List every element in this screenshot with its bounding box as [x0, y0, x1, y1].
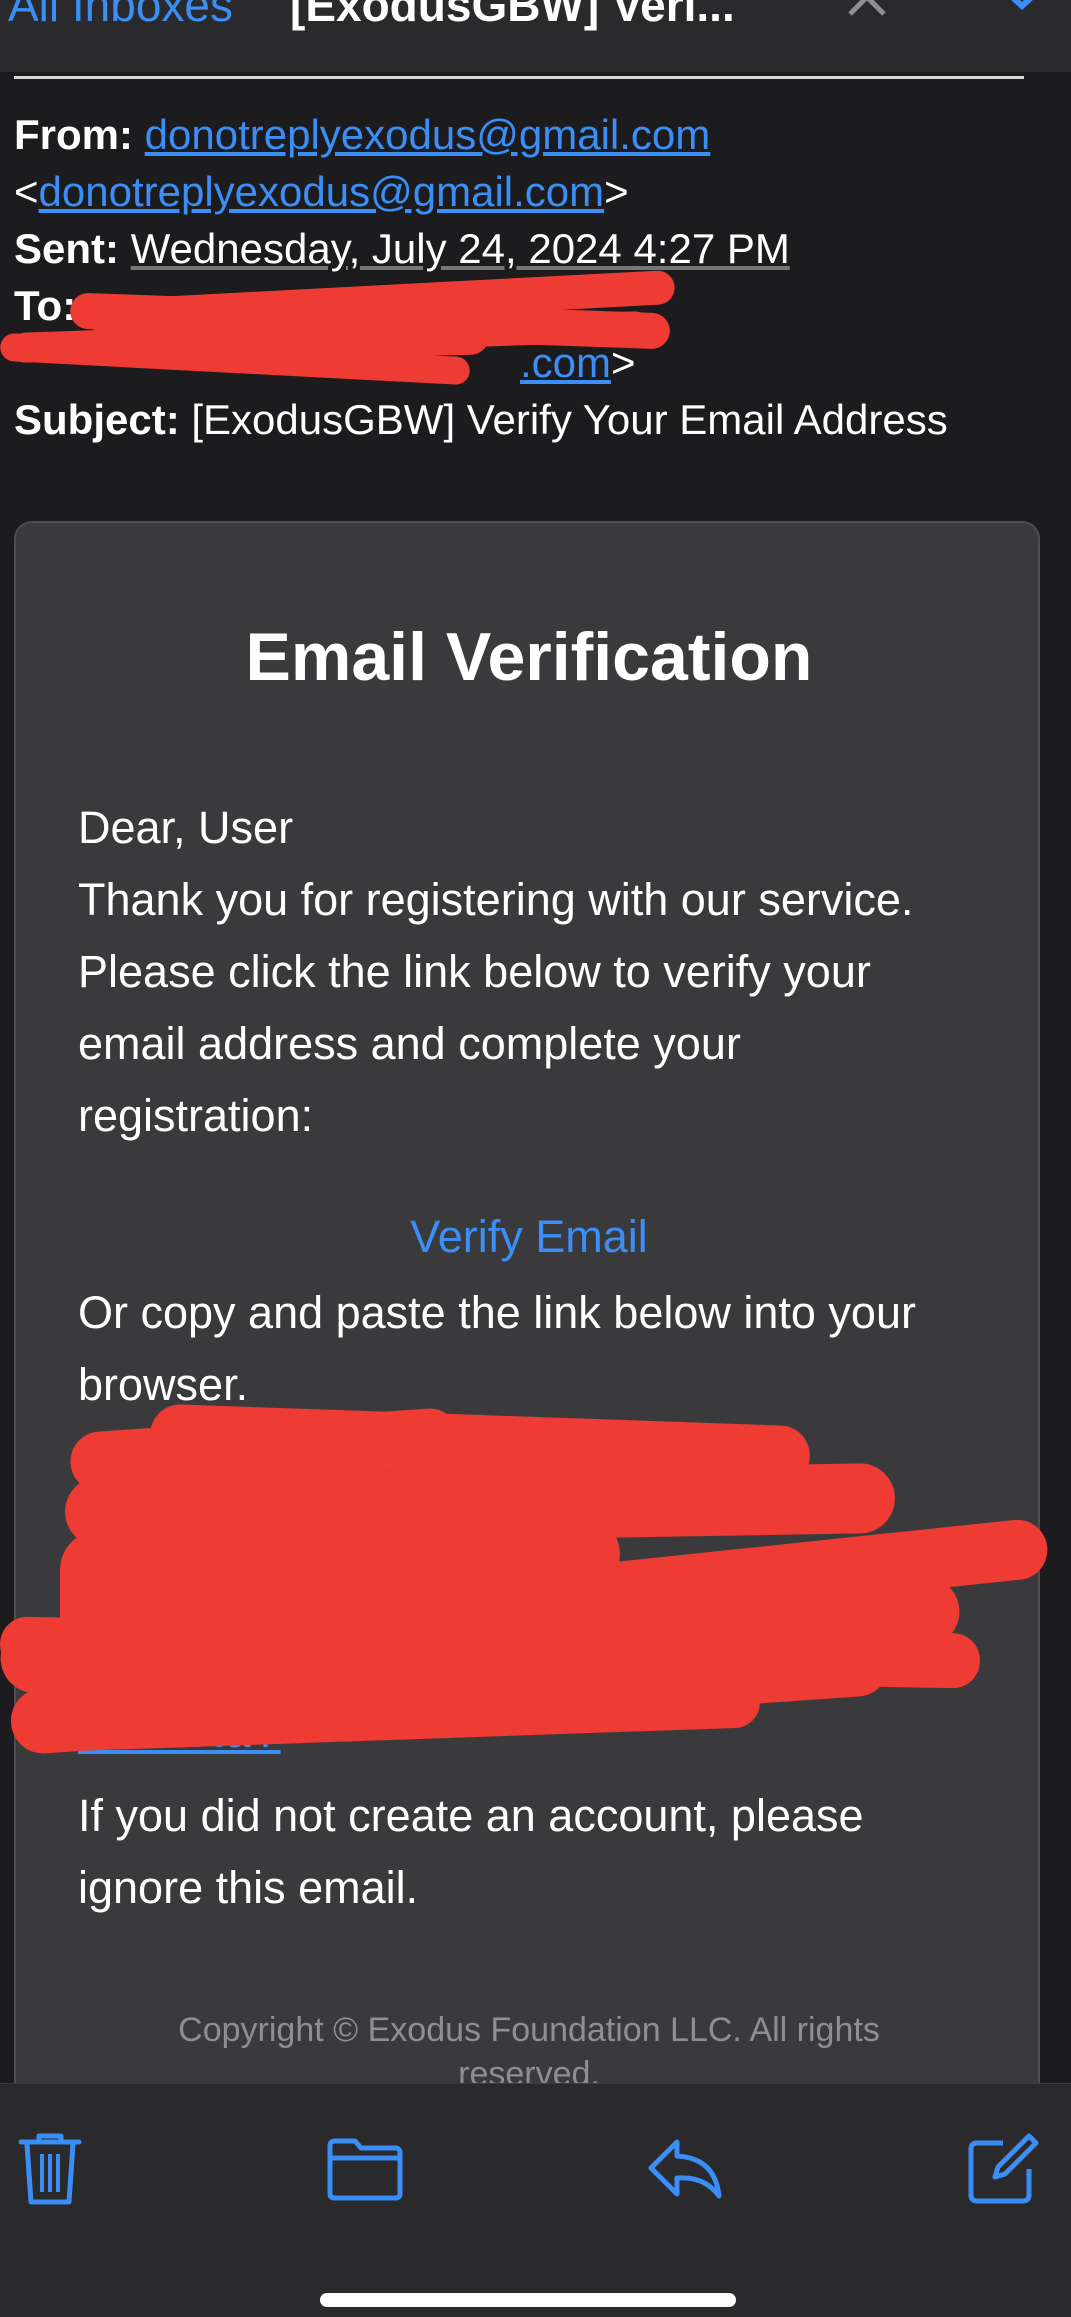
greeting: Dear, User — [78, 802, 294, 853]
close-icon[interactable] — [842, 0, 912, 30]
from-label: From: — [14, 111, 133, 158]
email-body-card: Email Verification Dear, User Thank you … — [14, 521, 1040, 2221]
to-label: To: — [14, 282, 77, 329]
compose-button[interactable] — [958, 2124, 1048, 2214]
verify-email-link[interactable]: Verify Email — [16, 1211, 1038, 1263]
card-title: Email Verification — [245, 619, 813, 695]
trash-button[interactable] — [5, 2124, 95, 2214]
home-indicator[interactable] — [320, 2293, 736, 2307]
message-title: [ExodusGBW] Veri... — [290, 0, 735, 31]
sent-date[interactable]: Wednesday, July 24, 2024 4:27 PM — [131, 225, 790, 272]
compose-icon — [968, 2133, 1039, 2204]
sent-label: Sent: — [14, 225, 119, 272]
ignore-line-1: If you did not create an account, please — [78, 1790, 864, 1841]
reply-icon — [648, 2139, 722, 2199]
from-email-link[interactable]: donotreplyexodus@gmail.com — [145, 111, 711, 158]
subject-value: [ExodusGBW] Verify Your Email Address — [191, 396, 948, 443]
trash-icon — [18, 2133, 82, 2205]
reply-button[interactable] — [640, 2124, 730, 2214]
move-to-folder-button[interactable] — [320, 2124, 410, 2214]
sent-row: Sent: Wednesday, July 24, 2024 4:27 PM — [14, 220, 790, 277]
bottom-toolbar — [0, 2083, 1071, 2317]
subject-row: Subject: [ExodusGBW] Verify Your Email A… — [14, 391, 948, 448]
to-row: To: — [14, 277, 76, 334]
from-row: From: donotreplyexodus@gmail.com — [14, 106, 710, 163]
intro-line-3: email address and complete your — [78, 1018, 741, 1069]
back-to-inboxes-button[interactable]: All Inboxes — [8, 0, 233, 32]
subject-label: Subject: — [14, 396, 180, 443]
ignore-line-2: ignore this email. — [78, 1862, 419, 1913]
navigation-bar: All Inboxes [ExodusGBW] Veri... — [0, 0, 1071, 72]
intro-line-1: Thank you for registering with our servi… — [78, 874, 914, 925]
folder-icon — [327, 2138, 403, 2201]
from-email-bracket-row: <donotreplyexodus@gmail.com> — [14, 168, 629, 215]
copy-line-1: Or copy and paste the link below into yo… — [78, 1287, 916, 1338]
chevron-down-icon[interactable] — [990, 0, 1060, 28]
intro-line-4: registration: — [78, 1090, 314, 1141]
divider — [14, 76, 1024, 79]
intro-line-2: Please click the link below to verify yo… — [78, 946, 871, 997]
from-email-bracket-link[interactable]: donotreplyexodus@gmail.com — [39, 168, 605, 215]
